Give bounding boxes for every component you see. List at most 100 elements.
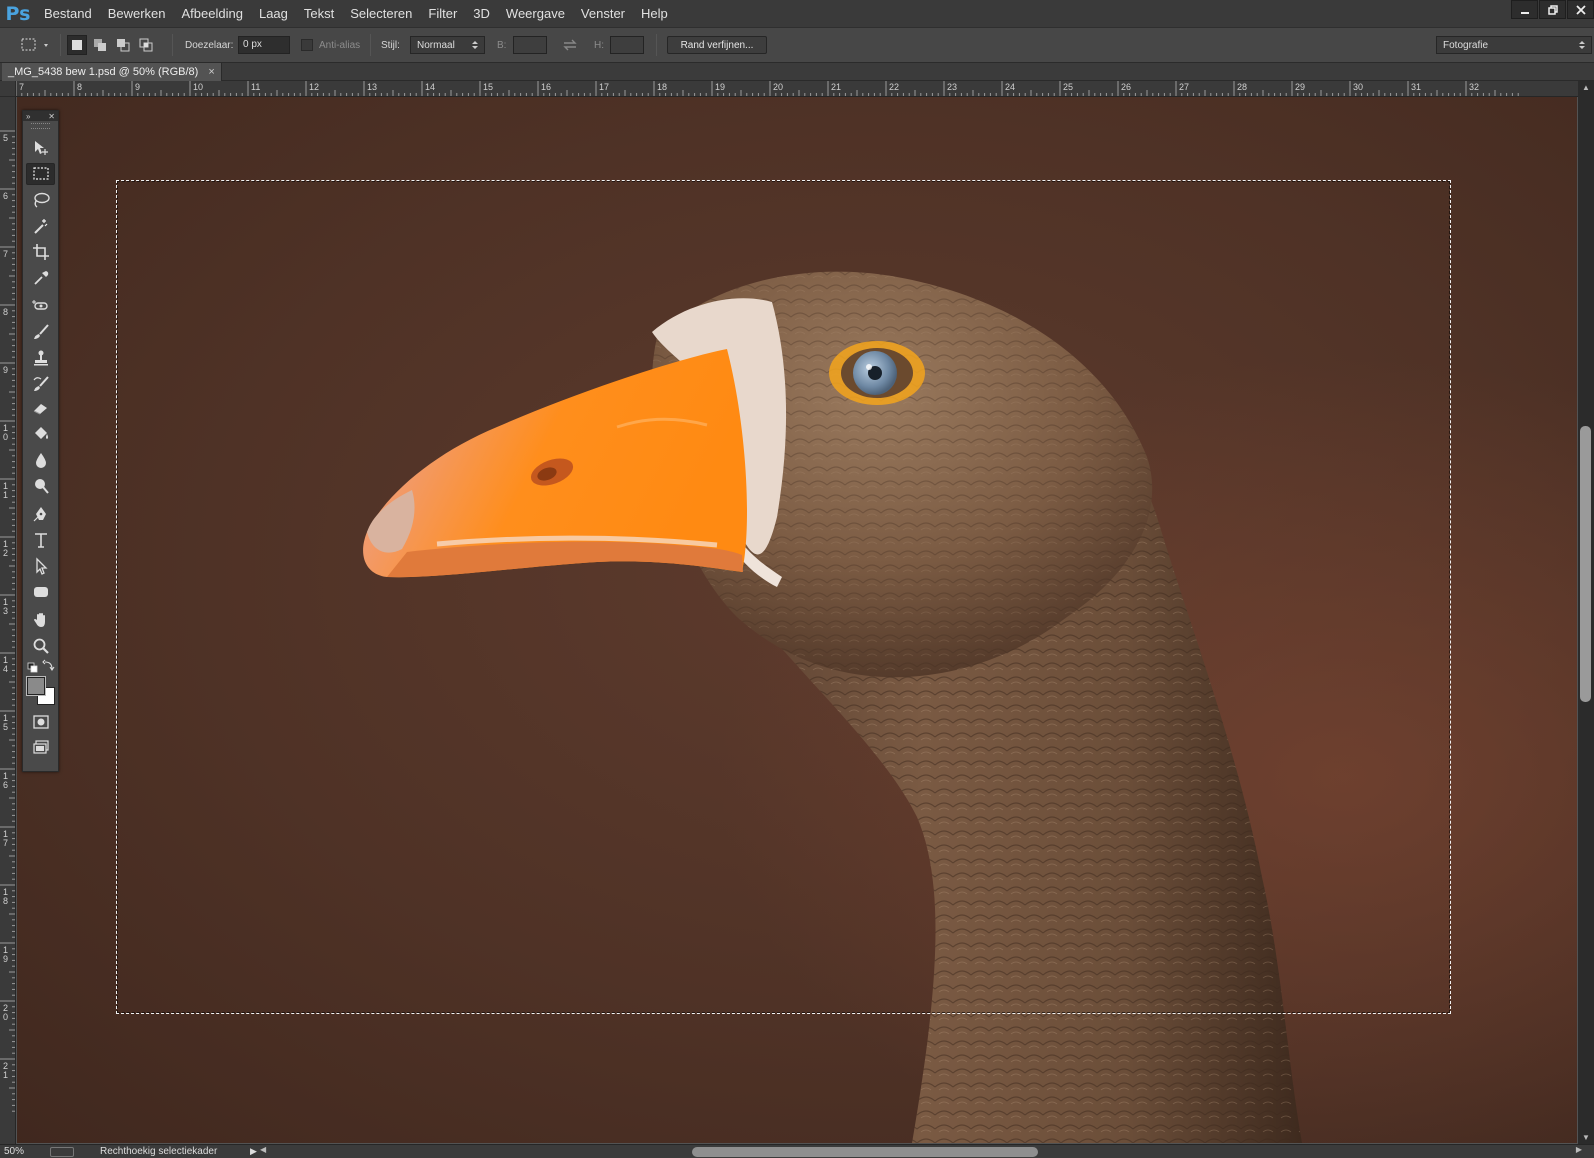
photoshop-logo: Ps xyxy=(5,2,31,25)
foreground-color-swatch[interactable] xyxy=(26,676,46,696)
tools-panel: » ✕ xyxy=(22,110,59,772)
menu-filter[interactable]: Filter xyxy=(420,0,465,27)
new-selection-icon[interactable] xyxy=(67,35,87,55)
tools-panel-header[interactable]: » ✕ xyxy=(23,111,58,121)
move-tool-icon[interactable] xyxy=(26,137,55,159)
rectangle-shape-icon[interactable] xyxy=(26,581,55,603)
ruler-label: 14 xyxy=(425,82,435,92)
menu-bestand[interactable]: Bestand xyxy=(36,0,100,27)
menu-bewerken[interactable]: Bewerken xyxy=(100,0,174,27)
screen-mode-icon[interactable] xyxy=(26,737,55,759)
height-label: H: xyxy=(594,39,604,51)
intersect-selection-icon[interactable] xyxy=(136,35,156,55)
spot-healing-brush-icon[interactable] xyxy=(26,295,55,317)
default-colors-icon[interactable] xyxy=(27,662,38,673)
scroll-down-icon[interactable]: ▼ xyxy=(1582,1133,1590,1142)
ruler-label: 5 xyxy=(3,133,8,143)
document-info-icon[interactable] xyxy=(50,1146,74,1157)
ruler-label: 9 xyxy=(3,954,8,964)
ruler-label: 8 xyxy=(3,896,8,906)
ruler-label: 0 xyxy=(3,1012,8,1022)
pen-tool-icon[interactable] xyxy=(26,503,55,525)
rectangular-selection-marquee[interactable] xyxy=(116,180,1451,1014)
document-tab[interactable]: _MG_5438 bew 1.psd @ 50% (RGB/8) × xyxy=(2,63,222,81)
menu-venster[interactable]: Venster xyxy=(573,0,633,27)
antialias-checkbox[interactable] xyxy=(301,39,313,51)
ruler-label: 0 xyxy=(3,432,8,442)
scroll-up-icon[interactable]: ▲ xyxy=(1582,83,1590,92)
minimize-icon[interactable] xyxy=(1511,0,1538,19)
zoom-tool-icon[interactable] xyxy=(26,635,55,657)
vertical-scroll-thumb[interactable] xyxy=(1580,426,1591,702)
menu-help[interactable]: Help xyxy=(633,0,676,27)
height-input[interactable] xyxy=(610,36,644,54)
ruler-label: 31 xyxy=(1411,82,1421,92)
ruler-label: 4 xyxy=(3,664,8,674)
feather-input[interactable]: 0 px xyxy=(238,36,290,54)
ruler-label: 21 xyxy=(831,82,841,92)
ruler-label: 25 xyxy=(1063,82,1073,92)
status-info-text: Rechthoekig selectiekader xyxy=(100,1146,218,1157)
options-bar: Doezelaar: 0 px Anti-alias Stijl: Normaa… xyxy=(0,27,1594,63)
ruler-label: 5 xyxy=(3,722,8,732)
style-label: Stijl: xyxy=(381,39,400,51)
close-icon[interactable] xyxy=(1567,0,1594,19)
path-selection-icon[interactable] xyxy=(26,555,55,577)
subtract-from-selection-icon[interactable] xyxy=(113,35,133,55)
swap-dimensions-icon[interactable] xyxy=(562,28,578,62)
width-input[interactable] xyxy=(513,36,547,54)
swap-colors-icon[interactable] xyxy=(42,659,55,671)
ruler-label: 32 xyxy=(1469,82,1479,92)
close-panel-icon[interactable]: ✕ xyxy=(48,112,55,121)
workspace-select[interactable]: Fotografie xyxy=(1436,36,1592,54)
menu-tekst[interactable]: Tekst xyxy=(296,0,342,27)
brush-tool-icon[interactable] xyxy=(26,321,55,343)
history-brush-icon[interactable] xyxy=(26,373,55,395)
menu-laag[interactable]: Laag xyxy=(251,0,296,27)
ruler-label: 7 xyxy=(19,82,24,92)
horizontal-scrollbar[interactable]: ◀ ▶ xyxy=(260,1145,1582,1158)
horizontal-ruler[interactable]: 7 8 9 10 11 12 13 14 15 16 17 18 19 20 21 22 23 24 25 26 27 2… xyxy=(16,81,1578,97)
ruler-label: 13 xyxy=(367,82,377,92)
menu-afbeelding[interactable]: Afbeelding xyxy=(174,0,251,27)
menu-selecteren[interactable]: Selecteren xyxy=(342,0,420,27)
ruler-label: 18 xyxy=(657,82,667,92)
lasso-tool-icon[interactable] xyxy=(26,189,55,211)
vertical-ruler[interactable]: 56789101112131415161718192021 xyxy=(0,97,16,1144)
add-to-selection-icon[interactable] xyxy=(90,35,110,55)
horizontal-scroll-thumb[interactable] xyxy=(692,1147,1038,1157)
document-canvas[interactable] xyxy=(17,97,1577,1143)
zoom-level-field[interactable]: 50% xyxy=(0,1146,44,1157)
magic-wand-tool-icon[interactable] xyxy=(26,215,55,237)
ruler-label: 28 xyxy=(1237,82,1247,92)
clone-stamp-icon[interactable] xyxy=(26,347,55,369)
style-select-value: Normaal xyxy=(417,39,455,51)
eyedropper-tool-icon[interactable] xyxy=(26,267,55,289)
scroll-left-icon[interactable]: ◀ xyxy=(260,1145,266,1154)
vertical-scrollbar[interactable]: ▲ ▼ xyxy=(1578,81,1594,1144)
ruler-label: 26 xyxy=(1121,82,1131,92)
dodge-tool-icon[interactable] xyxy=(26,475,55,497)
tab-close-icon[interactable]: × xyxy=(208,66,214,78)
type-tool-icon[interactable] xyxy=(26,529,55,551)
menu-weergave[interactable]: Weergave xyxy=(498,0,573,27)
hand-tool-icon[interactable] xyxy=(26,609,55,631)
ruler-label: 1 xyxy=(3,490,8,500)
ruler-label: 8 xyxy=(77,82,82,92)
menu-3d[interactable]: 3D xyxy=(465,0,498,27)
ruler-origin[interactable] xyxy=(0,81,16,97)
paint-bucket-icon[interactable] xyxy=(26,423,55,445)
quick-mask-icon[interactable] xyxy=(26,711,55,733)
tools-panel-grip[interactable] xyxy=(31,123,50,129)
scroll-right-icon[interactable]: ▶ xyxy=(1576,1145,1582,1154)
crop-tool-icon[interactable] xyxy=(26,241,55,263)
rectangular-marquee-tool-icon[interactable] xyxy=(26,163,55,185)
eraser-tool-icon[interactable] xyxy=(26,397,55,419)
tool-preset-picker[interactable] xyxy=(20,28,50,62)
restore-icon[interactable] xyxy=(1539,0,1566,19)
blur-tool-icon[interactable] xyxy=(26,449,55,471)
collapse-panel-icon[interactable]: » xyxy=(26,112,30,121)
refine-edge-button[interactable]: Rand verfijnen... xyxy=(667,36,767,54)
ruler-label: 20 xyxy=(773,82,783,92)
style-select[interactable]: Normaal xyxy=(410,36,485,54)
